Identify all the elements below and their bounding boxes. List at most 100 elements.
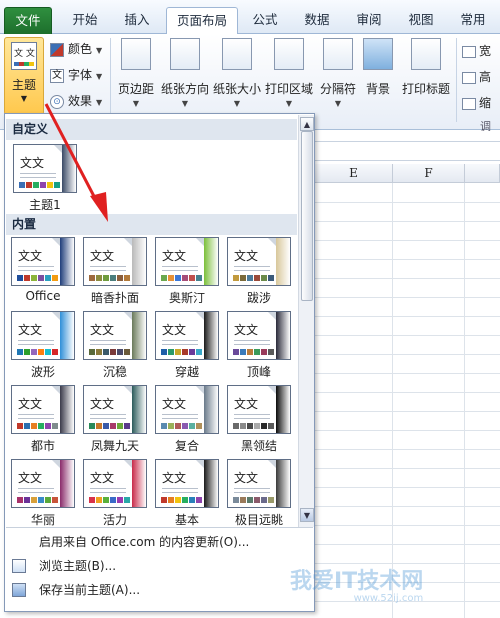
theme-color-swatches (161, 497, 203, 503)
tab-view[interactable]: 视图 (398, 7, 444, 34)
theme-color-swatches (161, 349, 203, 355)
theme-thumbnail[interactable]: 文文 (227, 385, 291, 434)
theme-color-swatches (17, 423, 59, 429)
margins-button[interactable]: 页边距 ▼ (114, 38, 158, 114)
print-area-button[interactable]: 打印区域 ▼ (264, 38, 314, 114)
tab-insert[interactable]: 插入 (114, 7, 160, 34)
theme-color-swatches (233, 275, 275, 281)
size-icon (222, 38, 252, 70)
theme-name-label: 穿越 (174, 365, 199, 379)
theme-thumbnail[interactable]: 文文 (155, 385, 219, 434)
formula-bar[interactable] (315, 141, 500, 161)
theme-name-label: 华丽 (30, 513, 55, 527)
chevron-down-icon: ▼ (334, 99, 342, 108)
scroll-up-icon[interactable]: ▲ (300, 117, 314, 131)
theme-preview-text: 文文 (162, 249, 187, 263)
themes-button[interactable]: 文 文 主题 ▼ (4, 37, 44, 115)
scale-option[interactable]: 缩 (462, 94, 491, 111)
height-label: 高 (479, 70, 492, 84)
theme-color-swatches (89, 275, 131, 281)
theme-thumbnail[interactable]: 文文 (155, 311, 219, 360)
tab-review[interactable]: 审阅 (346, 7, 392, 34)
tab-formulas[interactable]: 公式 (242, 7, 288, 34)
themes-icon-text: 文 文 (14, 49, 35, 59)
grid-line (315, 240, 500, 241)
size-button[interactable]: 纸张大小 ▼ (212, 38, 262, 114)
theme-preview-text: 文文 (234, 471, 259, 485)
tab-file[interactable]: 文件 (4, 7, 52, 34)
theme-preview-text: 文文 (234, 323, 259, 337)
print-titles-icon (411, 38, 441, 70)
theme-preview-text: 文文 (234, 249, 259, 263)
theme-color-swatches (89, 423, 131, 429)
column-header-f[interactable]: F (393, 164, 465, 183)
chevron-down-icon: ▼ (96, 46, 103, 55)
print-titles-button[interactable]: 打印标题 (400, 38, 452, 114)
theme-thumbnail[interactable]: 文文 (11, 311, 75, 360)
scroll-down-icon[interactable]: ▼ (300, 508, 314, 522)
watermark: 我爱IT技术网 www.52ij.com (290, 563, 423, 604)
menu-save-theme[interactable]: 保存当前主题(A)... (6, 578, 313, 602)
theme-name-label: 跋涉 (246, 291, 271, 305)
browse-icon (12, 559, 26, 573)
theme-preview-text: 文文 (90, 249, 115, 263)
grid-line (315, 278, 500, 279)
theme-thumbnail[interactable]: 文文 (11, 459, 75, 508)
watermark-url: www.52ij.com (353, 593, 424, 604)
themes-button-label: 主题 (11, 78, 36, 92)
menu-browse-themes[interactable]: 浏览主题(B)... (6, 554, 313, 578)
height-option[interactable]: 高 (462, 68, 491, 85)
breaks-button[interactable]: 分隔符 ▼ (318, 38, 358, 114)
theme-color-swatches (161, 423, 203, 429)
save-icon (12, 583, 26, 597)
theme-name-label: 黑领结 (240, 439, 277, 453)
theme-thumbnail[interactable]: 文文 (11, 385, 75, 434)
theme-preview-text: 文文 (18, 471, 43, 485)
tab-home[interactable]: 开始 (60, 7, 110, 34)
scroll-thumb[interactable] (301, 131, 313, 301)
background-button[interactable]: 背景 (362, 38, 394, 114)
theme-preview-text: 文文 (162, 471, 187, 485)
theme-name-label: 沉稳 (102, 365, 127, 379)
tab-common[interactable]: 常用 (450, 7, 496, 34)
tab-page-layout[interactable]: 页面布局 (166, 7, 238, 35)
theme-color-swatches (233, 349, 275, 355)
theme-thumbnail[interactable]: 文文 (83, 385, 147, 434)
menu-enable-office-updates[interactable]: 启用来自 Office.com 的内容更新(O)... (6, 530, 313, 554)
theme-thumbnail[interactable]: 文文 (227, 459, 291, 508)
theme-color-swatches (17, 349, 59, 355)
chevron-down-icon: ▼ (132, 99, 140, 108)
tab-data[interactable]: 数据 (294, 7, 340, 34)
theme-thumbnail[interactable]: 文文 (83, 311, 147, 360)
theme-thumbnail[interactable]: 文文 (83, 459, 147, 508)
grid-line (315, 544, 500, 545)
colors-label: 颜色 (68, 42, 93, 56)
column-header-next[interactable] (465, 164, 500, 183)
theme-thumbnail[interactable]: 文文 (227, 311, 291, 360)
theme-thumbnail[interactable]: 文文 (11, 237, 75, 286)
theme-name-label: 复合 (174, 439, 199, 453)
width-icon (462, 45, 476, 58)
size-label: 纸张大小 (212, 82, 261, 96)
theme-thumbnail[interactable]: 文文 (155, 237, 219, 286)
theme-name-label: 奥斯汀 (168, 291, 205, 305)
themes-icon: 文 文 (11, 42, 37, 70)
theme-preview-text: 文文 (18, 397, 43, 411)
orientation-button[interactable]: 纸张方向 ▼ (160, 38, 210, 114)
gallery-scrollbar[interactable]: ▲ ▼ (298, 115, 314, 527)
menu-item-label: 浏览主题(B)... (39, 559, 117, 573)
theme-color-swatches (161, 275, 203, 281)
colors-button[interactable]: 颜色 ▼ (50, 38, 102, 60)
theme-thumbnail[interactable]: 文文 (83, 237, 147, 286)
theme-thumbnail[interactable]: 文文 (227, 237, 291, 286)
menu-item-label: 保存当前主题(A)... (39, 583, 141, 597)
grid-line (315, 468, 500, 469)
theme-thumbnail[interactable]: 文文 (155, 459, 219, 508)
fonts-button[interactable]: 文字体 ▼ (50, 64, 102, 86)
breaks-label: 分隔符 (319, 82, 356, 96)
theme-color-swatches (89, 349, 131, 355)
column-header-e[interactable]: E (315, 164, 393, 183)
width-option[interactable]: 宽 (462, 42, 491, 59)
margins-icon (121, 38, 151, 70)
watermark-text: 我爱IT技术网 (290, 569, 424, 594)
